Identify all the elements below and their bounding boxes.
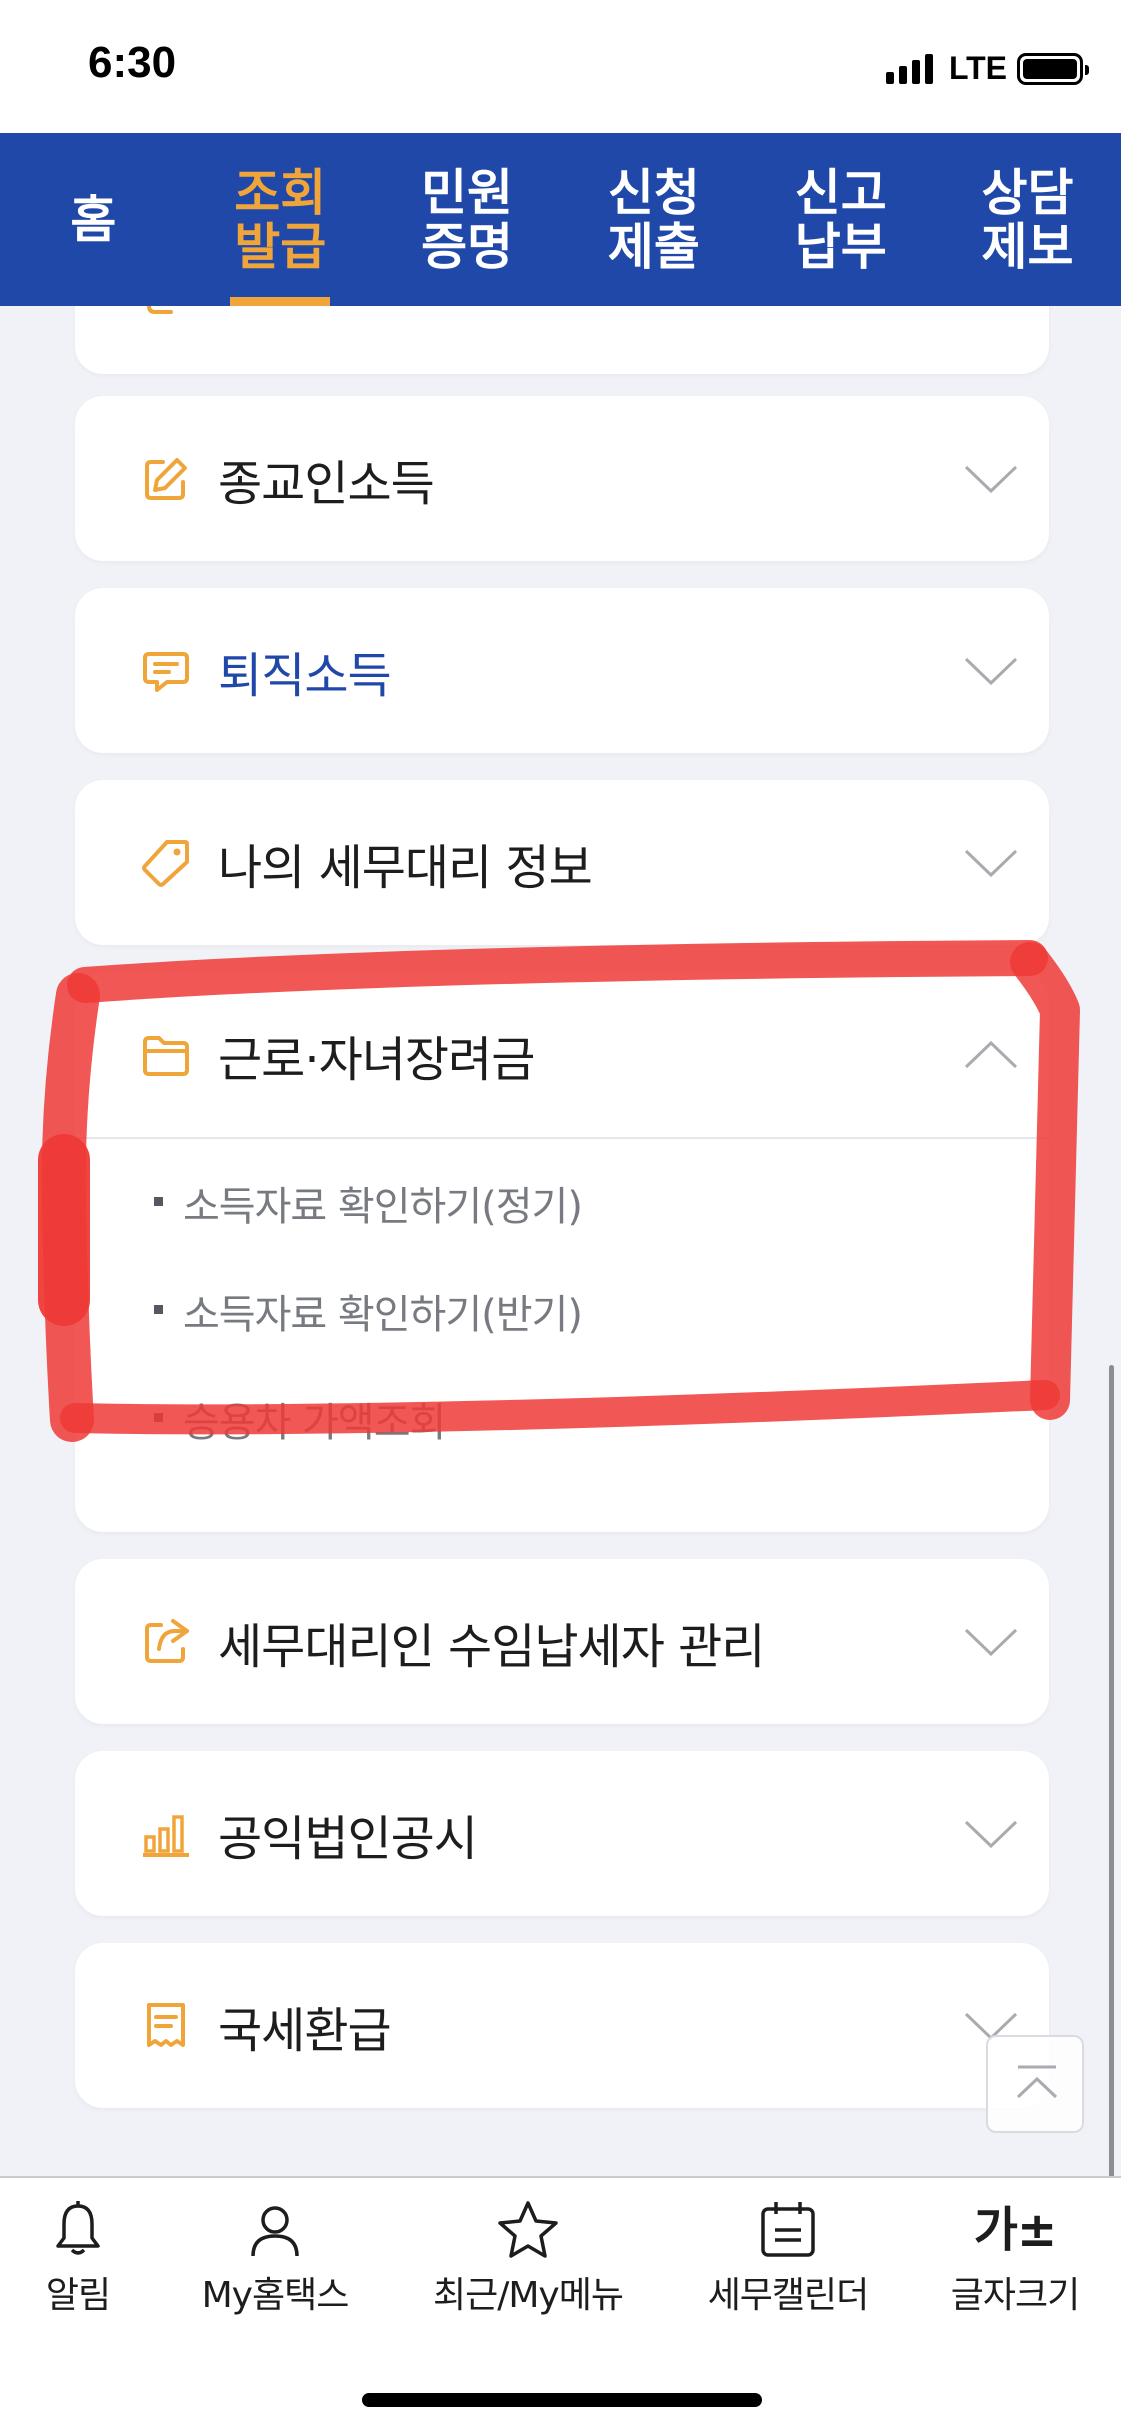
chevron-down-icon[interactable] bbox=[963, 656, 1019, 686]
tab-label: My홈택스 bbox=[201, 2275, 350, 2316]
status-time: 6:30 bbox=[88, 38, 177, 87]
battery-icon bbox=[1017, 52, 1089, 85]
card-title: 국세환급 bbox=[218, 2002, 392, 2059]
sub-item-income-check-regular[interactable]: 소득자료 확인하기(정기) bbox=[75, 1174, 1049, 1282]
partial-icon bbox=[147, 306, 173, 314]
nav-application-submission[interactable]: 신청 제출 bbox=[574, 166, 734, 274]
tab-recent-my-menu[interactable]: 최근/My메뉴 bbox=[420, 2198, 636, 2318]
tab-tax-calendar[interactable]: 세무캘린더 bbox=[700, 2198, 876, 2318]
card-title: 나의 세무대리 정보 bbox=[218, 839, 593, 896]
card-earned-income-credit[interactable]: 근로·자녀장려금 소득자료 확인하기(정기) 소득자료 확인하기(반기) 승용차… bbox=[75, 972, 1049, 1532]
message-icon bbox=[143, 651, 189, 692]
card-header[interactable]: 근로·자녀장려금 bbox=[75, 972, 1049, 1137]
tab-label: 알림 bbox=[45, 2275, 111, 2316]
chevron-down-icon[interactable] bbox=[963, 1627, 1019, 1657]
nav-consult-report[interactable]: 상담 제보 bbox=[948, 166, 1108, 274]
card-header[interactable]: 세무대리인 수임납세자 관리 bbox=[75, 1559, 1049, 1724]
network-label: LTE bbox=[948, 50, 1007, 86]
share-icon bbox=[145, 1618, 189, 1663]
card-title: 근로·자녀장려금 bbox=[218, 1031, 535, 1088]
card-title: 퇴직소득 bbox=[218, 647, 392, 704]
partial-card[interactable] bbox=[75, 306, 1049, 374]
card-retirement-income[interactable]: 퇴직소득 bbox=[75, 588, 1049, 753]
status-bar: 6:30 LTE bbox=[0, 0, 1121, 133]
nav-report-payment[interactable]: 신고 납부 bbox=[761, 166, 921, 274]
nav-civil-certificate[interactable]: 민원 증명 bbox=[387, 166, 547, 274]
scroll-to-top-button[interactable] bbox=[986, 2035, 1084, 2133]
card-national-tax-refund[interactable]: 국세환급 bbox=[75, 1943, 1049, 2108]
card-sub-list: 소득자료 확인하기(정기) 소득자료 확인하기(반기) 승용차 가액조회 bbox=[75, 1137, 1049, 1498]
user-icon bbox=[251, 2206, 299, 2257]
star-icon bbox=[498, 2201, 558, 2258]
nav-inquiry-issuance[interactable]: 조회 발급 bbox=[200, 166, 360, 306]
chevron-down-icon[interactable] bbox=[963, 1819, 1019, 1849]
bar-chart-icon bbox=[143, 1814, 189, 1857]
card-title: 세무대리인 수임납세자 관리 bbox=[218, 1618, 765, 1675]
chevron-down-icon[interactable] bbox=[963, 464, 1019, 494]
card-public-interest-disclosure[interactable]: 공익법인공시 bbox=[75, 1751, 1049, 1916]
card-title: 종교인소득 bbox=[218, 455, 435, 512]
card-header[interactable]: 퇴직소득 bbox=[75, 588, 1049, 753]
receipt-icon bbox=[147, 2002, 185, 2047]
card-header[interactable]: 나의 세무대리 정보 bbox=[75, 780, 1049, 945]
card-religious-income[interactable]: 종교인소득 bbox=[75, 396, 1049, 561]
card-header[interactable]: 국세환급 bbox=[75, 1943, 1049, 2108]
card-tax-agent-client-management[interactable]: 세무대리인 수임납세자 관리 bbox=[75, 1559, 1049, 1724]
tab-notifications[interactable]: 알림 bbox=[38, 2198, 118, 2318]
folder-icon bbox=[143, 1035, 189, 1076]
nav-home[interactable]: 홈 bbox=[13, 193, 173, 247]
menu-list: 종교인소득 퇴직소득 나의 세무대리 정보 근로·자녀장려금 소득자료 확인하기… bbox=[0, 306, 1121, 2176]
bell-icon bbox=[56, 2201, 100, 2255]
signal-icon bbox=[885, 53, 933, 84]
tab-label: 세무캘린더 bbox=[707, 2275, 870, 2316]
tab-label: 최근/My메뉴 bbox=[433, 2275, 624, 2316]
top-nav: 홈 조회 발급 민원 증명 신청 제출 신고 납부 상담 제보 bbox=[0, 133, 1121, 306]
sub-item-car-value-inquiry[interactable]: 승용차 가액조회 bbox=[75, 1390, 1049, 1498]
sub-item-income-check-half-year[interactable]: 소득자료 확인하기(반기) bbox=[75, 1282, 1049, 1390]
card-tax-agent-info[interactable]: 나의 세무대리 정보 bbox=[75, 780, 1049, 945]
card-header[interactable]: 종교인소득 bbox=[75, 396, 1049, 561]
home-indicator bbox=[362, 2393, 762, 2407]
arrow-up-icon bbox=[1016, 2065, 1058, 2099]
tag-icon bbox=[142, 839, 189, 887]
edit-icon bbox=[145, 457, 187, 500]
tab-my-hometax[interactable]: My홈택스 bbox=[190, 2198, 360, 2318]
font-size-icon: 가± bbox=[973, 2202, 1057, 2258]
card-title: 공익법인공시 bbox=[218, 1810, 478, 1867]
status-indicators: LTE bbox=[885, 50, 1089, 87]
tab-font-size[interactable]: 가± 글자크기 bbox=[940, 2198, 1090, 2318]
chevron-down-icon[interactable] bbox=[963, 848, 1019, 878]
chevron-up-icon[interactable] bbox=[963, 1040, 1019, 1070]
calendar-icon bbox=[761, 2202, 815, 2257]
card-header[interactable]: 공익법인공시 bbox=[75, 1751, 1049, 1916]
tab-label: 글자크기 bbox=[950, 2275, 1080, 2316]
